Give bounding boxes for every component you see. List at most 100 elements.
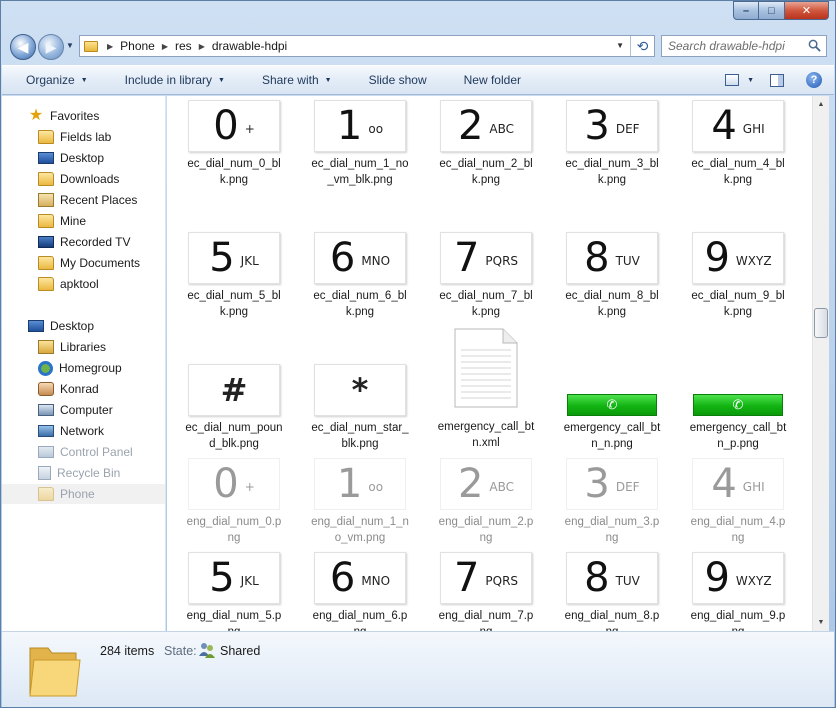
- file-item[interactable]: 0 + ec_dial_num_0_blk.png: [179, 100, 289, 188]
- nav-desktop-favorite[interactable]: Desktop: [2, 148, 165, 168]
- file-thumbnail: 5 JKL: [188, 232, 280, 284]
- nav-computer[interactable]: Computer: [2, 400, 165, 420]
- file-item[interactable]: 9 WXYZ ec_dial_num_9_blk.png: [683, 232, 793, 320]
- file-item[interactable]: 5JKL eng_dial_num_5.png: [179, 552, 289, 631]
- file-item[interactable]: 7PQRS eng_dial_num_7.png: [431, 552, 541, 631]
- file-thumbnail: 8 TUV: [566, 232, 658, 284]
- star-icon: ★: [28, 107, 44, 124]
- address-dropdown-icon[interactable]: ▼: [616, 41, 624, 50]
- pound-symbol: #: [220, 371, 248, 409]
- file-item[interactable]: 1 oo eng_dial_num_1_no_vm.png: [305, 458, 415, 546]
- view-dropdown-icon[interactable]: ▼: [747, 77, 754, 84]
- back-button[interactable]: ◀: [10, 34, 36, 60]
- share-with-button[interactable]: Share with ▼: [239, 66, 346, 94]
- nav-recycle-bin[interactable]: Recycle Bin: [2, 463, 165, 483]
- search-box[interactable]: [661, 35, 827, 57]
- refresh-icon[interactable]: ⟲: [630, 36, 654, 56]
- scrollbar-thumb[interactable]: [814, 308, 828, 338]
- file-item[interactable]: 0 + eng_dial_num_0.png: [179, 458, 289, 546]
- chevron-down-icon: ▼: [218, 76, 225, 84]
- nav-mine[interactable]: Mine: [2, 211, 165, 231]
- nav-konrad[interactable]: Konrad: [2, 379, 165, 399]
- file-name: eng_dial_num_5.png: [186, 610, 282, 631]
- file-name: ec_dial_num_7_blk.png: [439, 290, 533, 318]
- nav-favorites[interactable]: ★ Favorites: [2, 106, 165, 126]
- breadcrumb-phone[interactable]: Phone: [120, 39, 155, 53]
- nav-my-documents[interactable]: My Documents: [2, 253, 165, 273]
- nav-fields-lab[interactable]: Fields lab: [2, 127, 165, 147]
- caption-buttons: – □ ✕: [733, 1, 829, 20]
- nav-recorded-tv[interactable]: Recorded TV: [2, 232, 165, 252]
- scroll-up-arrow-icon[interactable]: ▲: [813, 96, 829, 113]
- file-item[interactable]: 7 PQRS ec_dial_num_7_blk.png: [431, 232, 541, 320]
- file-name: emergency_call_btn_p.png: [689, 422, 787, 450]
- file-thumbnail: 9 WXYZ: [692, 552, 784, 604]
- preview-pane-icon[interactable]: [770, 73, 784, 87]
- file-item[interactable]: 8TUV eng_dial_num_8.png: [557, 552, 667, 631]
- file-item[interactable]: 4 GHI ec_dial_num_4_blk.png: [683, 100, 793, 188]
- nav-apktool[interactable]: apktool: [2, 274, 165, 294]
- nav-homegroup[interactable]: Homegroup: [2, 358, 165, 378]
- nav-control-panel[interactable]: Control Panel: [2, 442, 165, 462]
- file-item[interactable]: 4 GHI eng_dial_num_4.png: [683, 458, 793, 546]
- file-item[interactable]: 6MNO eng_dial_num_6.png: [305, 552, 415, 631]
- file-item[interactable]: * ec_dial_num_star_blk.png: [305, 364, 415, 452]
- file-item[interactable]: 2 ABC eng_dial_num_2.png: [431, 458, 541, 546]
- file-item[interactable]: # ec_dial_num_pound_blk.png: [179, 364, 289, 452]
- crumb-separator-icon[interactable]: ▶: [162, 42, 168, 51]
- file-thumbnail: 9 WXYZ: [692, 232, 784, 284]
- file-item[interactable]: 9WXYZ eng_dial_num_9.png: [683, 552, 793, 631]
- file-item[interactable]: ✆ emergency_call_btn_p.png: [683, 364, 793, 452]
- nav-network[interactable]: Network: [2, 421, 165, 441]
- include-in-library-button[interactable]: Include in library ▼: [102, 66, 239, 94]
- file-name: eng_dial_num_6.png: [312, 610, 408, 631]
- file-item[interactable]: 3 DEF ec_dial_num_3_blk.png: [557, 100, 667, 188]
- nav-phone[interactable]: Phone: [2, 484, 165, 504]
- address-bar[interactable]: ▶ Phone ▶ res ▶ drawable-hdpi ▼ ⟲: [79, 35, 655, 57]
- forward-button[interactable]: ▶: [38, 34, 64, 60]
- file-item[interactable]: 5 JKL ec_dial_num_5_blk.png: [179, 232, 289, 320]
- crumb-separator-icon[interactable]: ▶: [107, 42, 113, 51]
- libraries-icon: [38, 340, 54, 354]
- search-input[interactable]: [668, 39, 788, 53]
- file-name: eng_dial_num_0.png: [186, 516, 282, 544]
- change-view-icon[interactable]: [725, 74, 740, 86]
- crumb-separator-icon[interactable]: ▶: [199, 42, 205, 51]
- file-item[interactable]: 6 MNO ec_dial_num_6_blk.png: [305, 232, 415, 320]
- file-item[interactable]: ✆ emergency_call_btn_n.png: [557, 364, 667, 452]
- breadcrumb-drawable-hdpi[interactable]: drawable-hdpi: [212, 39, 287, 53]
- file-thumbnail: 6 MNO: [314, 552, 406, 604]
- scroll-down-arrow-icon[interactable]: ▼: [813, 614, 829, 631]
- file-thumbnail: 2 ABC: [440, 100, 532, 152]
- minimize-button[interactable]: –: [733, 1, 759, 20]
- desktop-icon: [38, 152, 54, 164]
- file-name: eng_dial_num_3.png: [564, 516, 660, 544]
- call-button-thumbnail: ✆: [693, 394, 783, 416]
- nav-recent-places[interactable]: Recent Places: [2, 190, 165, 210]
- vertical-scrollbar[interactable]: ▲ ▼: [812, 96, 829, 631]
- file-item[interactable]: emergency_call_btn.xml: [431, 328, 541, 451]
- folder-icon: [38, 487, 54, 501]
- nav-desktop[interactable]: Desktop: [2, 316, 165, 336]
- recorded-tv-icon: [38, 236, 54, 248]
- nav-libraries[interactable]: Libraries: [2, 337, 165, 357]
- help-icon[interactable]: ?: [806, 72, 822, 88]
- folder-icon: [84, 40, 98, 52]
- breadcrumb-res[interactable]: res: [175, 39, 192, 53]
- file-item[interactable]: 3 DEF eng_dial_num_3.png: [557, 458, 667, 546]
- search-icon[interactable]: [808, 39, 821, 52]
- nav-downloads[interactable]: Downloads: [2, 169, 165, 189]
- close-button[interactable]: ✕: [785, 1, 829, 20]
- new-folder-button[interactable]: New folder: [441, 66, 535, 94]
- slide-show-button[interactable]: Slide show: [346, 66, 441, 94]
- file-name: ec_dial_num_2_blk.png: [439, 158, 533, 186]
- recent-places-icon: [38, 193, 54, 207]
- file-item[interactable]: 8 TUV ec_dial_num_8_blk.png: [557, 232, 667, 320]
- file-name: ec_dial_num_0_blk.png: [187, 158, 281, 186]
- file-item[interactable]: 2 ABC ec_dial_num_2_blk.png: [431, 100, 541, 188]
- file-item[interactable]: 1 oo ec_dial_num_1_no_vm_blk.png: [305, 100, 415, 188]
- maximize-button[interactable]: □: [759, 1, 785, 20]
- recent-pages-dropdown[interactable]: ▼: [66, 41, 74, 50]
- file-thumbnail: 6 MNO: [314, 232, 406, 284]
- organize-button[interactable]: Organize ▼: [2, 66, 102, 94]
